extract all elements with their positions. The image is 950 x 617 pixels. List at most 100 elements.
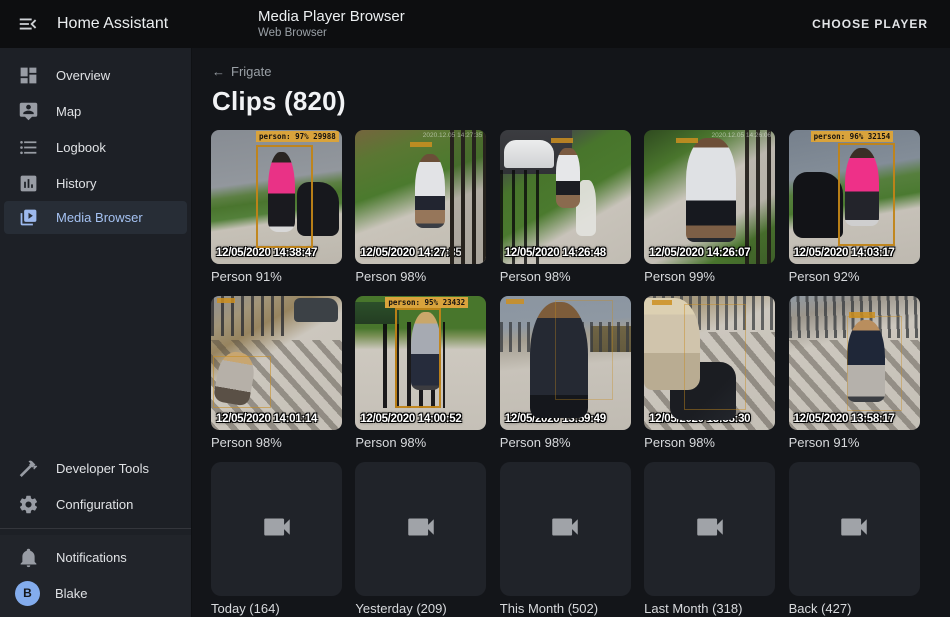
menu-open-icon[interactable] <box>16 12 40 36</box>
folder-item-last-month[interactable]: Last Month (318) <box>644 462 775 617</box>
sidebar-item-notifications[interactable]: Notifications <box>0 539 191 575</box>
tooltip-account-icon <box>16 99 40 123</box>
folder-thumbnail <box>211 462 342 596</box>
clip-caption: Person 91% <box>211 269 342 285</box>
folder-thumbnail <box>644 462 775 596</box>
gear-icon <box>16 492 40 516</box>
detection-label-fragment <box>676 138 698 143</box>
avatar: B <box>15 581 40 606</box>
sidebar-item-history[interactable]: History <box>0 165 191 201</box>
chart-box-icon <box>16 171 40 195</box>
player-title: Media Player Browser <box>258 8 405 25</box>
clip-timestamp: 12/05/2020 14:03:17 <box>794 247 895 259</box>
clips-grid: person: 97% 29988 12/05/2020 14:38:47 Pe… <box>211 130 919 617</box>
clip-item[interactable]: 12/05/2020 13:58:30 Person 98% <box>644 296 775 451</box>
clip-caption: Person 98% <box>355 435 486 451</box>
clip-timestamp: 12/05/2020 14:38:47 <box>216 247 317 259</box>
video-camera-icon <box>548 510 582 549</box>
clip-item[interactable]: person: 97% 29988 12/05/2020 14:38:47 Pe… <box>211 130 342 285</box>
clip-timestamp: 12/05/2020 14:26:07 <box>649 247 750 259</box>
detection-bounding-box <box>838 143 895 246</box>
detection-bounding-box <box>555 300 613 400</box>
clip-timestamp: 12/05/2020 14:27:35 <box>360 247 461 259</box>
clip-caption: Person 91% <box>789 435 920 451</box>
clip-item[interactable]: 12/05/2020 13:58:17 Person 91% <box>789 296 920 451</box>
sidebar-item-developer-tools[interactable]: Developer Tools <box>0 450 191 486</box>
sidebar-divider <box>0 528 191 529</box>
osd-corner-text: 2020.12.05 14:26:06 <box>712 132 772 139</box>
detection-bounding-box <box>684 304 746 410</box>
sidebar-item-label: Developer Tools <box>56 461 149 476</box>
folder-thumbnail <box>500 462 631 596</box>
clip-caption: Person 98% <box>500 435 631 451</box>
video-camera-icon <box>260 510 294 549</box>
detection-label-fragment <box>217 298 235 303</box>
sidebar-item-label: Overview <box>56 68 110 83</box>
clip-thumbnail: 12/05/2020 14:26:48 <box>500 130 631 264</box>
sidebar-item-label: Notifications <box>56 550 127 565</box>
detection-label-fragment <box>506 299 524 304</box>
clip-thumbnail: 2020.12.05 14:27:35 12/05/2020 14:27:35 <box>355 130 486 264</box>
back-arrow-icon: ← <box>212 64 225 79</box>
folder-thumbnail <box>355 462 486 596</box>
folder-item-yesterday[interactable]: Yesterday (209) <box>355 462 486 617</box>
sidebar-item-logbook[interactable]: Logbook <box>0 129 191 165</box>
clip-item[interactable]: person: 96% 32154 12/05/2020 14:03:17 Pe… <box>789 130 920 285</box>
clip-thumbnail: 12/05/2020 13:58:17 <box>789 296 920 430</box>
folder-item-today[interactable]: Today (164) <box>211 462 342 617</box>
clip-timestamp: 12/05/2020 13:58:30 <box>649 413 750 425</box>
hammer-icon <box>16 456 40 480</box>
folder-label: Last Month (318) <box>644 601 775 617</box>
video-camera-icon <box>837 510 871 549</box>
clip-item[interactable]: 2020.12.05 14:27:35 12/05/2020 14:27:35 … <box>355 130 486 285</box>
clip-thumbnail: 12/05/2020 13:58:30 <box>644 296 775 430</box>
folder-label: Today (164) <box>211 601 342 617</box>
clip-item[interactable]: 12/05/2020 14:01:14 Person 98% <box>211 296 342 451</box>
video-camera-icon <box>404 510 438 549</box>
sidebar-item-media-browser[interactable]: Media Browser <box>4 201 187 234</box>
detection-bounding-box <box>395 308 441 408</box>
clip-timestamp: 12/05/2020 13:59:49 <box>505 413 606 425</box>
sidebar-item-label: History <box>56 176 96 191</box>
folder-item-this-month[interactable]: This Month (502) <box>500 462 631 617</box>
play-box-multiple-icon <box>16 206 40 230</box>
clip-caption: Person 98% <box>355 269 486 285</box>
sidebar-item-map[interactable]: Map <box>0 93 191 129</box>
clip-caption: Person 98% <box>211 435 342 451</box>
clip-timestamp: 12/05/2020 13:58:17 <box>794 413 895 425</box>
sidebar-item-label: Media Browser <box>56 210 143 225</box>
app-title: Home Assistant <box>57 15 168 33</box>
sidebar-item-overview[interactable]: Overview <box>0 57 191 93</box>
clip-caption: Person 98% <box>500 269 631 285</box>
clip-item[interactable]: person: 95% 23432 12/05/2020 14:00:52 Pe… <box>355 296 486 451</box>
clip-thumbnail: person: 95% 23432 12/05/2020 14:00:52 <box>355 296 486 430</box>
clip-caption: Person 98% <box>644 435 775 451</box>
sidebar-item-label: Configuration <box>56 497 133 512</box>
clip-item[interactable]: 12/05/2020 14:26:48 Person 98% <box>500 130 631 285</box>
folder-item-back[interactable]: Back (427) <box>789 462 920 617</box>
format-list-bulleted-icon <box>16 135 40 159</box>
player-title-block: Media Player Browser Web Browser <box>258 8 405 40</box>
media-browser-content: ←Frigate Clips (820) person: 97% 29988 1… <box>192 48 950 617</box>
clip-thumbnail: person: 97% 29988 12/05/2020 14:38:47 <box>211 130 342 264</box>
clip-item[interactable]: 2020.12.05 14:26:06 12/05/2020 14:26:07 … <box>644 130 775 285</box>
osd-corner-text: 2020.12.05 14:27:35 <box>423 132 483 139</box>
clip-timestamp: 12/05/2020 14:26:48 <box>505 247 606 259</box>
sidebar-item-label: Map <box>56 104 81 119</box>
choose-player-button[interactable]: CHOOSE PLAYER <box>812 17 928 31</box>
home-assistant-app: Home Assistant Media Player Browser Web … <box>0 0 950 617</box>
sidebar-item-configuration[interactable]: Configuration <box>0 486 191 522</box>
clip-item[interactable]: 12/05/2020 13:59:49 Person 98% <box>500 296 631 451</box>
back-link-label: Frigate <box>231 64 271 79</box>
clip-caption: Person 99% <box>644 269 775 285</box>
sidebar: Overview Map Logbook History <box>0 48 192 617</box>
top-app-bar: Home Assistant Media Player Browser Web … <box>0 0 950 48</box>
detection-bounding-box <box>847 316 902 411</box>
sidebar-item-user-profile[interactable]: B Blake <box>0 575 191 611</box>
detection-label-fragment <box>551 138 573 143</box>
back-link-frigate[interactable]: ← Frigate <box>212 64 271 79</box>
clip-thumbnail: 12/05/2020 13:59:49 <box>500 296 631 430</box>
sidebar-bottom-block: Notifications B Blake <box>0 535 191 617</box>
detection-label: person: 97% 29988 <box>256 131 339 142</box>
view-dashboard-icon <box>16 63 40 87</box>
